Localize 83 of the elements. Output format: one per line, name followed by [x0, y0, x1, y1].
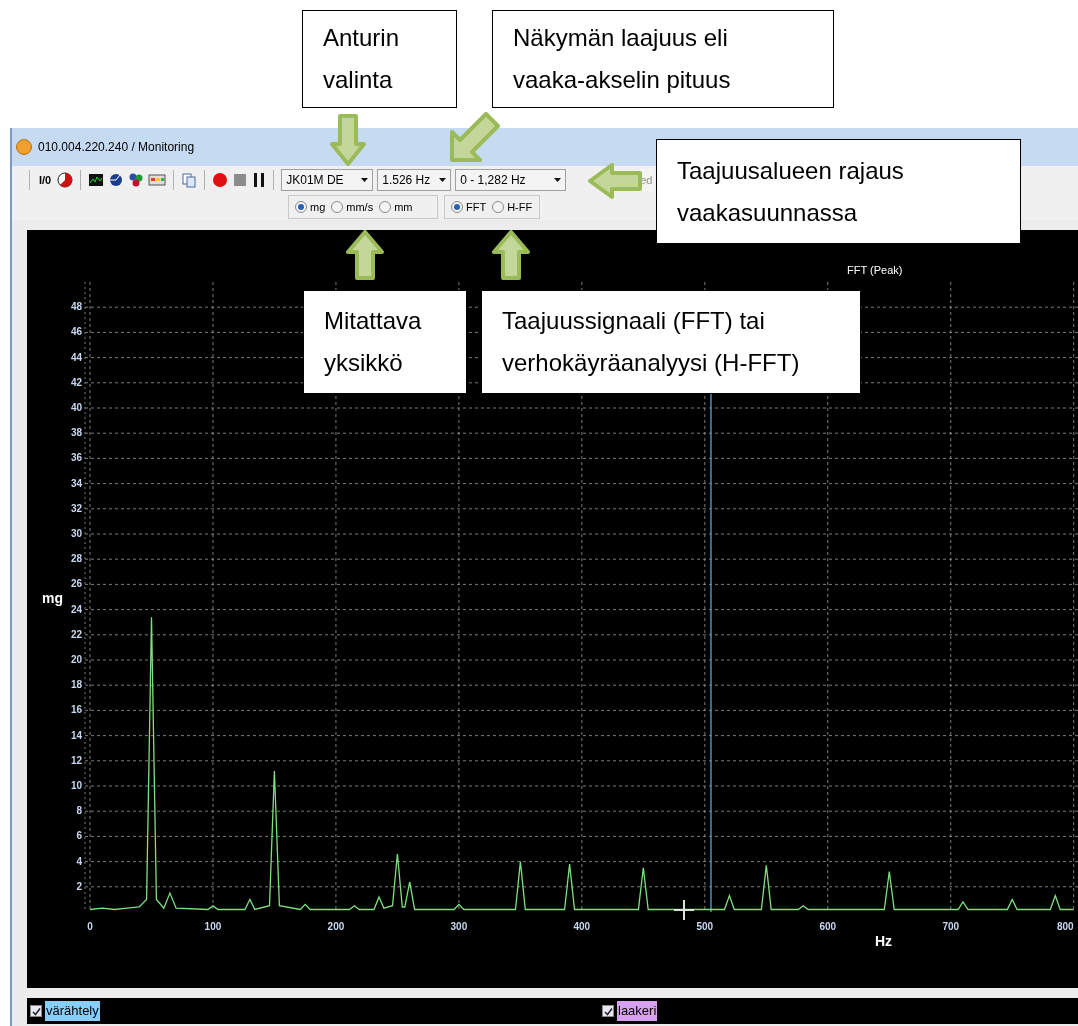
radio-label[interactable]: H-FF: [507, 198, 533, 216]
crosshair-icon: [673, 899, 695, 921]
y-tick-label: 40: [70, 402, 82, 413]
molecule-icon[interactable]: [128, 172, 145, 188]
checkbox[interactable]: [30, 1005, 42, 1017]
y-tick-label: 28: [70, 553, 82, 565]
callout-text: Anturin: [323, 23, 401, 53]
callout-text: verhokäyräanalyysi (H-FFT): [502, 348, 801, 378]
callout-text: Taajuussignaali (FFT) tai: [502, 306, 766, 336]
y-tick-label: 12: [70, 754, 82, 766]
x-tick-label: 500: [696, 921, 714, 932]
y-tick-label: 42: [70, 376, 82, 388]
meter-icon[interactable]: [148, 174, 167, 186]
app-icon: [16, 139, 32, 155]
callout-text: valinta: [323, 65, 394, 95]
callout-text: Taajuusalueen rajaus: [677, 155, 905, 186]
caret-icon: [554, 178, 562, 182]
y-axis-label: mg: [42, 590, 63, 606]
y-tick-label: 34: [70, 477, 82, 489]
y-tick-label: 8: [76, 805, 82, 817]
radio-label[interactable]: mg: [310, 198, 326, 216]
pause-icon[interactable]: [252, 172, 267, 188]
callout-arrow: [346, 230, 384, 280]
y-tick-label: 46: [70, 326, 82, 338]
io-button[interactable]: I/0: [37, 171, 54, 189]
legend-label: laakeri: [617, 1001, 658, 1021]
x-tick-label: 800: [1057, 921, 1074, 932]
radio-label[interactable]: mm: [394, 198, 413, 216]
x-tick-label: 200: [327, 921, 345, 932]
x-tick-label: 700: [942, 921, 960, 932]
y-tick-label: 26: [70, 578, 82, 590]
callout-arrow: [330, 114, 366, 166]
y-tick-label: 2: [76, 880, 82, 892]
radio-label[interactable]: mm/s: [346, 198, 374, 216]
callout-arrow: [588, 163, 642, 199]
radio-button[interactable]: [451, 201, 463, 213]
chart-title: FFT (Peak): [847, 264, 903, 276]
caret-icon: [439, 178, 447, 182]
callout-text: Näkymän laajuus eli: [513, 23, 729, 53]
x-tick-label: 300: [450, 921, 468, 932]
dropdown[interactable]: JK01M DE: [281, 169, 374, 191]
y-tick-label: 48: [70, 301, 82, 313]
y-tick-label: 24: [70, 603, 82, 615]
radio-label[interactable]: FFT: [466, 198, 487, 216]
y-tick-label: 44: [70, 351, 82, 363]
x-axis-label: Hz: [875, 933, 893, 949]
radio-button[interactable]: [331, 201, 344, 213]
y-tick-label: 6: [76, 830, 82, 842]
window-title: 010.004.220.240 / Monitoring: [38, 139, 195, 156]
callout-text: yksikkö: [324, 348, 404, 378]
dropdown[interactable]: 0 - 1,282 Hz: [455, 169, 567, 191]
legend-label: värähtely: [45, 1001, 100, 1021]
x-tick-label: 100: [204, 921, 222, 932]
y-tick-label: 14: [70, 729, 82, 741]
y-tick-label: 30: [70, 528, 82, 539]
callout-arrow: [492, 230, 530, 280]
record-icon[interactable]: [212, 172, 229, 188]
y-tick-label: 22: [70, 628, 82, 640]
radio-button[interactable]: [492, 201, 505, 213]
pie-chart-icon[interactable]: [57, 172, 74, 188]
monitor-icon[interactable]: [88, 173, 105, 187]
circles-icon[interactable]: [108, 172, 125, 188]
x-tick-label: 0: [87, 921, 93, 932]
y-tick-label: 38: [70, 427, 82, 439]
y-tick-label: 36: [70, 452, 82, 464]
y-tick-label: 20: [70, 654, 82, 665]
callout-text: vaakasuunnassa: [677, 197, 859, 228]
y-tick-label: 18: [70, 679, 82, 691]
x-tick-label: 600: [819, 921, 837, 932]
radio-button[interactable]: [379, 201, 392, 213]
y-tick-label: 4: [76, 855, 82, 867]
radio-button[interactable]: [295, 201, 307, 213]
callout-text: vaaka-akselin pituus: [513, 65, 732, 95]
y-tick-label: 32: [70, 502, 82, 514]
y-tick-label: 10: [70, 780, 82, 791]
x-tick-label: 400: [573, 921, 591, 932]
callout-arrow: [448, 112, 500, 164]
callout-text: Mitattava: [324, 306, 423, 336]
y-tick-label: 16: [70, 704, 82, 716]
caret-icon: [361, 178, 369, 182]
dropdown[interactable]: 1.526 Hz: [377, 169, 452, 191]
checkbox[interactable]: [602, 1005, 614, 1017]
copy-icon[interactable]: [181, 172, 198, 188]
